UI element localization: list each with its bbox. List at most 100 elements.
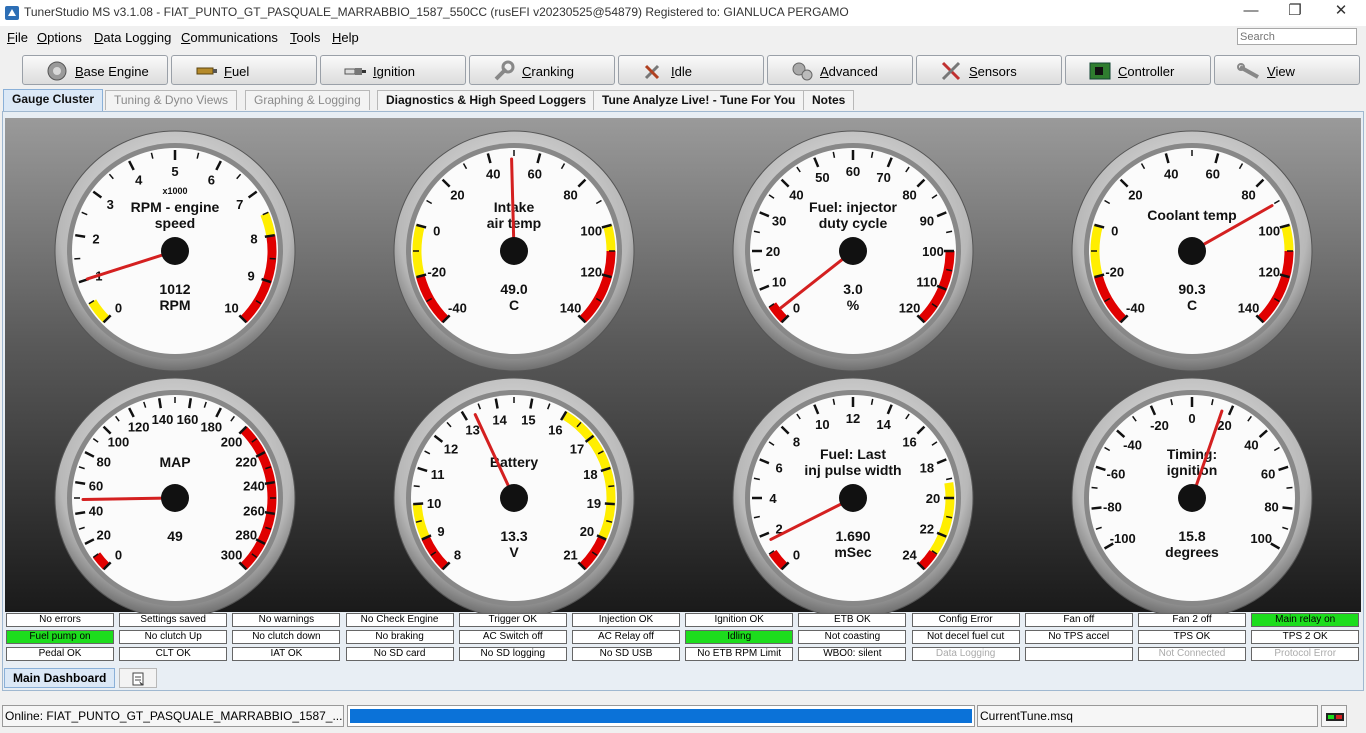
gauge-minor-tick [1092, 487, 1098, 488]
gauge-value: 49.0 [500, 281, 527, 297]
gauge-zone [1286, 226, 1289, 251]
gauge-tick-label: 8 [454, 548, 461, 563]
gauge-tick-label: -20 [1105, 265, 1124, 280]
gauge-tick-label: -40 [448, 301, 467, 316]
gauge-tick-label: 4 [769, 491, 777, 506]
menu-help[interactable]: Help [332, 30, 359, 45]
gauge-units: C [1187, 297, 1197, 313]
close-button[interactable]: ✕ [1318, 0, 1364, 24]
status-indicator: ETB OK [798, 613, 906, 627]
gauge-title: RPM - engine [131, 199, 220, 215]
new-dashboard-tab[interactable] [119, 668, 157, 688]
tab-diagnostics-high-speed-loggers[interactable]: Diagnostics & High Speed Loggers [377, 90, 595, 110]
tab-main-dashboard[interactable]: Main Dashboard [4, 668, 115, 688]
status-indicator: Fan off [1025, 613, 1133, 627]
gauge-major-tick [265, 482, 275, 484]
controller-button[interactable]: Controller [1065, 55, 1211, 85]
cranking-button[interactable]: Cranking [469, 55, 615, 85]
gauge-tick-label: 0 [793, 301, 800, 316]
gauge-value: 90.3 [1178, 281, 1205, 297]
status-indicator: No clutch down [232, 630, 340, 644]
gauge-minor-tick [608, 486, 614, 487]
status-indicator: No warnings [232, 613, 340, 627]
gauge-hub [1178, 484, 1206, 512]
gauge-tick-label: 20 [1128, 187, 1142, 202]
menu-file[interactable]: File [7, 30, 28, 45]
gauge-major-tick [413, 503, 423, 504]
gauge-hub [839, 484, 867, 512]
status-indicator: Pedal OK [6, 647, 114, 661]
search-input[interactable] [1237, 28, 1357, 45]
gauge-tick-label: 16 [902, 434, 916, 449]
gauge-tick-label: 5 [171, 164, 178, 179]
gauge-tick-label: 40 [89, 504, 103, 519]
gauge-tick-label: -20 [427, 265, 446, 280]
gauge-units: V [509, 544, 519, 560]
menu-options[interactable]: Options [37, 30, 82, 45]
gauge-tick-label: 80 [563, 187, 577, 202]
minimize-button[interactable]: — [1228, 0, 1274, 24]
gauge-tick-label: 120 [580, 265, 602, 280]
gauge-6: 89101112131415161718192021Battery13.3V [391, 375, 637, 621]
gauge-tick-label: 100 [580, 223, 602, 238]
tab-tune-analyze-live-tune-for-you[interactable]: Tune Analyze Live! - Tune For You [593, 90, 804, 110]
tab-graphing-logging[interactable]: Graphing & Logging [245, 90, 370, 110]
gauge-tick-label: 9 [437, 524, 444, 539]
gauge-major-tick [189, 398, 191, 408]
menu-communications[interactable]: Communications [181, 30, 278, 45]
idle-button[interactable]: Idle [618, 55, 764, 85]
gauge-hub [1178, 237, 1206, 265]
gauge-tick-label: 50 [815, 170, 829, 185]
gauge-hub [500, 237, 528, 265]
tab-gauge-cluster[interactable]: Gauge Cluster [3, 89, 103, 111]
gauge-7: 024681012141618202224Fuel: Lastinj pulse… [730, 375, 976, 621]
menu-tools[interactable]: Tools [290, 30, 320, 45]
gauge-value: 13.3 [500, 528, 527, 544]
gauge-tick-label: 10 [427, 496, 441, 511]
gauge-major-tick [75, 512, 85, 514]
gauge-tick-label: 120 [899, 301, 921, 316]
gauge-units: RPM [159, 297, 190, 313]
gauge-tick-label: 6 [208, 173, 215, 188]
toolbar-button-label: Sensors [969, 64, 1017, 79]
fuel-button[interactable]: Fuel [171, 55, 317, 85]
gauge-2: -40-20020406080100120140Intakeair temp49… [391, 128, 637, 374]
tab-tuning-dyno-views[interactable]: Tuning & Dyno Views [105, 90, 237, 110]
gauge-tick-label: 19 [587, 496, 601, 511]
gauge-tick-label: 220 [235, 455, 257, 470]
gauge-tick-label: 90 [920, 213, 934, 228]
app-icon [5, 6, 19, 20]
ignition-button[interactable]: Ignition [320, 55, 466, 85]
gauge-major-tick [496, 399, 498, 409]
gauge-tick-label: 9 [247, 269, 254, 284]
gauge-title: duty cycle [819, 215, 888, 231]
gauge-tick-label: 6 [775, 460, 782, 475]
menu-data-logging[interactable]: Data Logging [94, 30, 171, 45]
connection-status: Online: FIAT_PUNTO_GT_PASQUALE_MARRABBIO… [2, 705, 344, 727]
gauge-title: Coolant temp [1147, 207, 1236, 223]
gauge-hub [839, 237, 867, 265]
gauge-tick-label: 20 [926, 491, 940, 506]
status-indicator: AC Relay off [572, 630, 680, 644]
gauge-hub [500, 484, 528, 512]
restore-button[interactable]: ❐ [1272, 0, 1318, 24]
gauge-value: 3.0 [843, 281, 863, 297]
tab-notes[interactable]: Notes [803, 90, 854, 110]
gauge-tick-label: 140 [560, 301, 582, 316]
gauge-8: -100-80-60-40-20020406080100Timing:ignit… [1069, 375, 1315, 621]
status-indicator: Not Connected [1138, 647, 1246, 661]
sensors-button[interactable]: Sensors [916, 55, 1062, 85]
gauge-tick-label: 40 [486, 167, 500, 182]
gauge-tick-label: 100 [922, 244, 944, 259]
gauge-tick-label: 260 [243, 504, 265, 519]
view-button[interactable]: View [1214, 55, 1360, 85]
base-engine-button[interactable]: Base Engine [22, 55, 168, 85]
window-title: TunerStudio MS v3.1.08 - FIAT_PUNTO_GT_P… [24, 5, 849, 19]
gauge-tick-label: 20 [580, 524, 594, 539]
status-indicator: No Check Engine [346, 613, 454, 627]
advanced-button[interactable]: Advanced [767, 55, 913, 85]
gauge-tick-label: 60 [1205, 167, 1219, 182]
gauge-tick-label: 10 [815, 417, 829, 432]
status-indicator: WBO0: silent [798, 647, 906, 661]
gauge-tick-label: 4 [135, 173, 143, 188]
